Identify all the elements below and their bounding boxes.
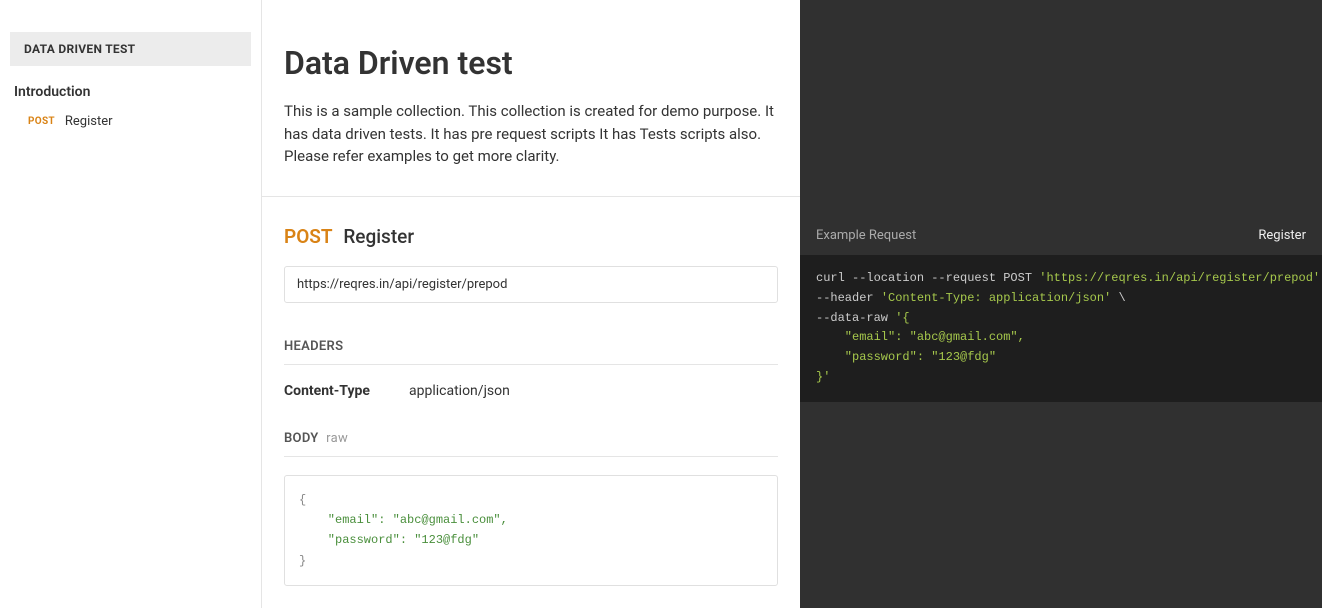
- body-type-suffix: raw: [326, 431, 348, 446]
- endpoint-url[interactable]: https://reqres.in/api/register/prepod: [284, 266, 778, 303]
- endpoint-name: Register: [343, 225, 414, 248]
- sidebar: DATA DRIVEN TEST Introduction POST Regis…: [0, 0, 262, 608]
- header-key: Content-Type: [284, 383, 409, 399]
- headers-label: HEADERS: [284, 339, 778, 365]
- header-row: Content-Type application/json: [284, 383, 778, 399]
- body-label: BODY raw: [284, 431, 778, 457]
- endpoint-title: POST Register: [284, 225, 778, 248]
- sidebar-group-introduction[interactable]: Introduction: [0, 80, 261, 108]
- page-title: Data Driven test: [284, 44, 778, 82]
- header-value: application/json: [409, 383, 510, 399]
- endpoint-method: POST: [284, 225, 333, 248]
- page-description: This is a sample collection. This collec…: [284, 100, 778, 168]
- example-code[interactable]: curl --location --request POST 'https://…: [800, 255, 1322, 402]
- example-name[interactable]: Register: [1258, 228, 1306, 243]
- main-content: Data Driven test This is a sample collec…: [262, 0, 800, 608]
- sidebar-item-register[interactable]: POST Register: [0, 108, 261, 135]
- sidebar-item-label: Register: [65, 114, 113, 129]
- body-code[interactable]: { "email": "abc@gmail.com", "password": …: [284, 475, 778, 587]
- sidebar-item-method: POST: [28, 116, 55, 127]
- sidebar-collection-title: DATA DRIVEN TEST: [10, 32, 251, 66]
- example-panel: Example Request Register curl --location…: [800, 0, 1322, 608]
- example-request-label: Example Request: [816, 228, 916, 243]
